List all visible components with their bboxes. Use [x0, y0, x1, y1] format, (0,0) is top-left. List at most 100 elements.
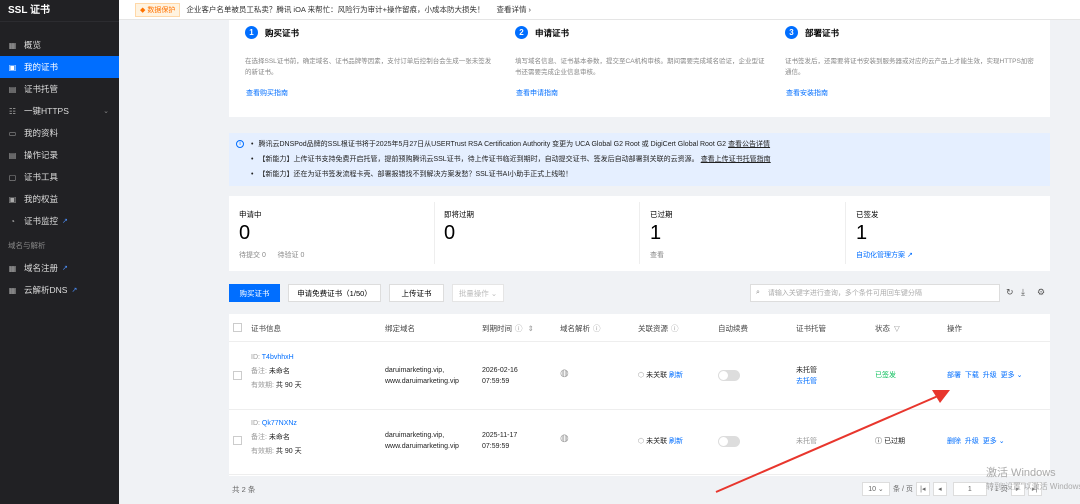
announcement-link[interactable]: 查看公告详情 — [728, 139, 770, 149]
more-link[interactable]: 更多 — [1001, 372, 1015, 379]
upload-cert-button[interactable]: 上传证书 — [389, 284, 444, 302]
cert-id-link[interactable]: Qk77NXNz — [262, 420, 297, 427]
row-checkbox[interactable] — [233, 371, 242, 380]
search-icon: ⌕ — [756, 289, 760, 296]
download-icon[interactable]: ⤓ — [1021, 287, 1025, 298]
filter-icon: ▽ — [894, 324, 900, 333]
table-row: ID: T4bvhhxH 备注: 未命名 有效期: 共 90 天 — [251, 354, 302, 389]
automation-link[interactable]: 自动化管理方案 — [856, 252, 905, 259]
page-input[interactable]: 1 — [952, 482, 987, 496]
col-auto-renew: 自动续费 — [718, 324, 748, 333]
download-link[interactable]: 下载 — [965, 372, 979, 379]
delete-link[interactable]: 删除 — [947, 438, 961, 445]
sidebar: SSL 证书 ▦ 概览 ▣ 我的证书 ▤ 证书托管 ☷ 一键HTTPS ⌄ ▭ 我的资料 ▤… — [0, 0, 119, 504]
buy-cert-button[interactable]: 购买证书 — [229, 284, 280, 302]
upgrade-link[interactable]: 升级 — [965, 438, 979, 445]
step-number: 3 — [785, 26, 798, 39]
record-icon: ▤ — [8, 150, 17, 160]
windows-watermark: 激活 Windows — [986, 467, 1056, 479]
total-count: 共 2 条 — [232, 485, 256, 494]
select-all-checkbox[interactable] — [233, 323, 242, 332]
sidebar-item-https[interactable]: ☷ 一键HTTPS ⌄ — [0, 100, 119, 122]
globe-icon: ◍ — [560, 433, 569, 444]
sort-icon: ⇕ — [527, 324, 534, 333]
stat-applying: 申请中 0 待提交 0 待验证 0 — [239, 210, 305, 259]
prev-page-button[interactable]: ◂ — [932, 482, 947, 496]
col-expiry[interactable]: 到期时间 ⓘ ⇕ — [482, 323, 534, 334]
list-icon: ☷ — [8, 106, 17, 116]
step-buy: 1 购买证书 在选择SSL证书前，确定域名、证书品牌等因素，支付订单后控制台会生成… — [245, 26, 495, 78]
external-link-icon: ↗ — [905, 252, 913, 259]
sidebar-item-overview[interactable]: ▦ 概览 — [0, 34, 119, 56]
col-domain: 绑定域名 — [385, 324, 415, 333]
notice-banner: • 腾讯云DNSPod品牌的SSL根证书将于2025年5月27日从USERTrus… — [229, 133, 1050, 186]
sidebar-item-dns[interactable]: ▦ 云解析DNS ↗ — [0, 279, 119, 301]
more-link[interactable]: 更多 — [983, 438, 997, 445]
data-protection-badge: ◆ 数据保护 — [135, 2, 181, 17]
external-link-icon: ↗ — [62, 265, 68, 272]
deploy-link[interactable]: 部署 — [947, 372, 961, 379]
help-icon: ⓘ — [515, 324, 523, 333]
step-desc: 证书签发后，还需要将证书安装到服务器或对应的云产品上才能生效，实现HTTPS加密… — [785, 58, 1034, 76]
sidebar-title: SSL 证书 — [0, 0, 119, 22]
domain-icon: ▦ — [8, 263, 17, 273]
chevron-down-icon: ⌄ — [103, 108, 109, 115]
sidebar-section-domain: 域名与解析 — [8, 241, 46, 250]
step-title: 购买证书 — [265, 27, 300, 38]
globe-icon: ◍ — [560, 368, 569, 379]
go-hosting-link[interactable]: 去托管 — [796, 376, 817, 387]
status-badge: 已签发 — [875, 372, 896, 379]
info-icon: i — [236, 140, 244, 148]
stat-issued: 已签发 1 自动化管理方案 ↗ — [856, 210, 913, 259]
buy-guide-link[interactable]: 查看购买指南 — [246, 88, 288, 98]
sidebar-item-benefits[interactable]: ▣ 我的权益 — [0, 188, 119, 210]
monitor-icon: ◔ — [10, 216, 15, 226]
refresh-link[interactable]: 刷新 — [669, 372, 683, 379]
gear-icon[interactable]: ⚙ — [1037, 287, 1045, 298]
upgrade-link[interactable]: 升级 — [983, 372, 997, 379]
external-link-icon: ↗ — [62, 218, 68, 225]
col-resources: 关联资源 ⓘ — [638, 324, 679, 333]
cube-icon: ⬡ — [638, 438, 645, 445]
view-expired-link[interactable]: 查看 — [650, 250, 673, 260]
refresh-icon[interactable]: ↻ — [1006, 287, 1014, 298]
sidebar-item-hosting[interactable]: ▤ 证书托管 — [0, 78, 119, 100]
sidebar-item-domain-reg[interactable]: ▦ 域名注册 ↗ — [0, 257, 119, 279]
sidebar-item-monitor[interactable]: ◔ 证书监控 ↗ — [0, 210, 119, 232]
status-badge: ⓘ 已过期 — [875, 438, 905, 445]
install-guide-link[interactable]: 查看安装指南 — [786, 88, 828, 98]
batch-ops-button[interactable]: 批量操作 ⌄ — [452, 284, 504, 302]
top-banner: ◆ 数据保护 企业客户名单被员工私卖？腾讯 iOA 来帮忙：风险行为审计+操作留… — [119, 0, 1080, 20]
col-status[interactable]: 状态 ▽ — [875, 323, 900, 334]
col-cert-info: 证书信息 — [251, 324, 281, 333]
cert-id-link[interactable]: T4bvhhxH — [262, 354, 294, 361]
search-input[interactable]: ⌕ 请输入关键字进行查询，多个条件可用回车键分隔 — [750, 284, 1000, 302]
help-icon: ⓘ — [593, 324, 601, 333]
sidebar-item-logs[interactable]: ▤ 操作记录 — [0, 144, 119, 166]
stat-expiring: 即将过期 0 — [444, 210, 474, 244]
step-title: 部署证书 — [805, 27, 840, 38]
auto-renew-toggle[interactable] — [718, 436, 740, 447]
steps-panel: 1 购买证书 在选择SSL证书前，确定域名、证书品牌等因素，支付订单后控制台会生成… — [229, 20, 1050, 117]
stats-panel: 申请中 0 待提交 0 待验证 0 即将过期 0 已过期 1 查看 已签发 1 … — [229, 196, 1050, 271]
step-title: 申请证书 — [535, 27, 570, 38]
step-apply: 2 申请证书 填写域名信息、证书基本参数，提交至CA机构审核。期间需要完成域名验证… — [515, 26, 765, 78]
banner-details-link[interactable]: 查看详情 › — [496, 4, 531, 15]
sidebar-item-profile[interactable]: ▭ 我的资料 — [0, 122, 119, 144]
document-icon: ▤ — [8, 84, 17, 94]
step-number: 2 — [515, 26, 528, 39]
clock-icon: ⓘ — [875, 438, 882, 445]
apply-free-cert-button[interactable]: 申请免费证书（1/50） — [288, 284, 381, 302]
apply-guide-link[interactable]: 查看申请指南 — [516, 88, 558, 98]
refresh-link[interactable]: 刷新 — [669, 438, 683, 445]
sidebar-item-tools[interactable]: ▢ 证书工具 — [0, 166, 119, 188]
auto-renew-toggle[interactable] — [718, 370, 740, 381]
upload-hosting-guide-link[interactable]: 查看上传证书托管指南 — [701, 154, 771, 164]
certificate-icon: ▣ — [8, 62, 17, 72]
col-dns: 域名解析 ⓘ — [560, 324, 601, 333]
page-size-select[interactable]: 10 ⌄ — [862, 482, 890, 496]
sidebar-item-my-certs[interactable]: ▣ 我的证书 — [0, 56, 119, 78]
col-hosting: 证书托管 — [796, 324, 826, 333]
row-checkbox[interactable] — [233, 436, 242, 445]
first-page-button[interactable]: |◂ — [915, 482, 930, 496]
